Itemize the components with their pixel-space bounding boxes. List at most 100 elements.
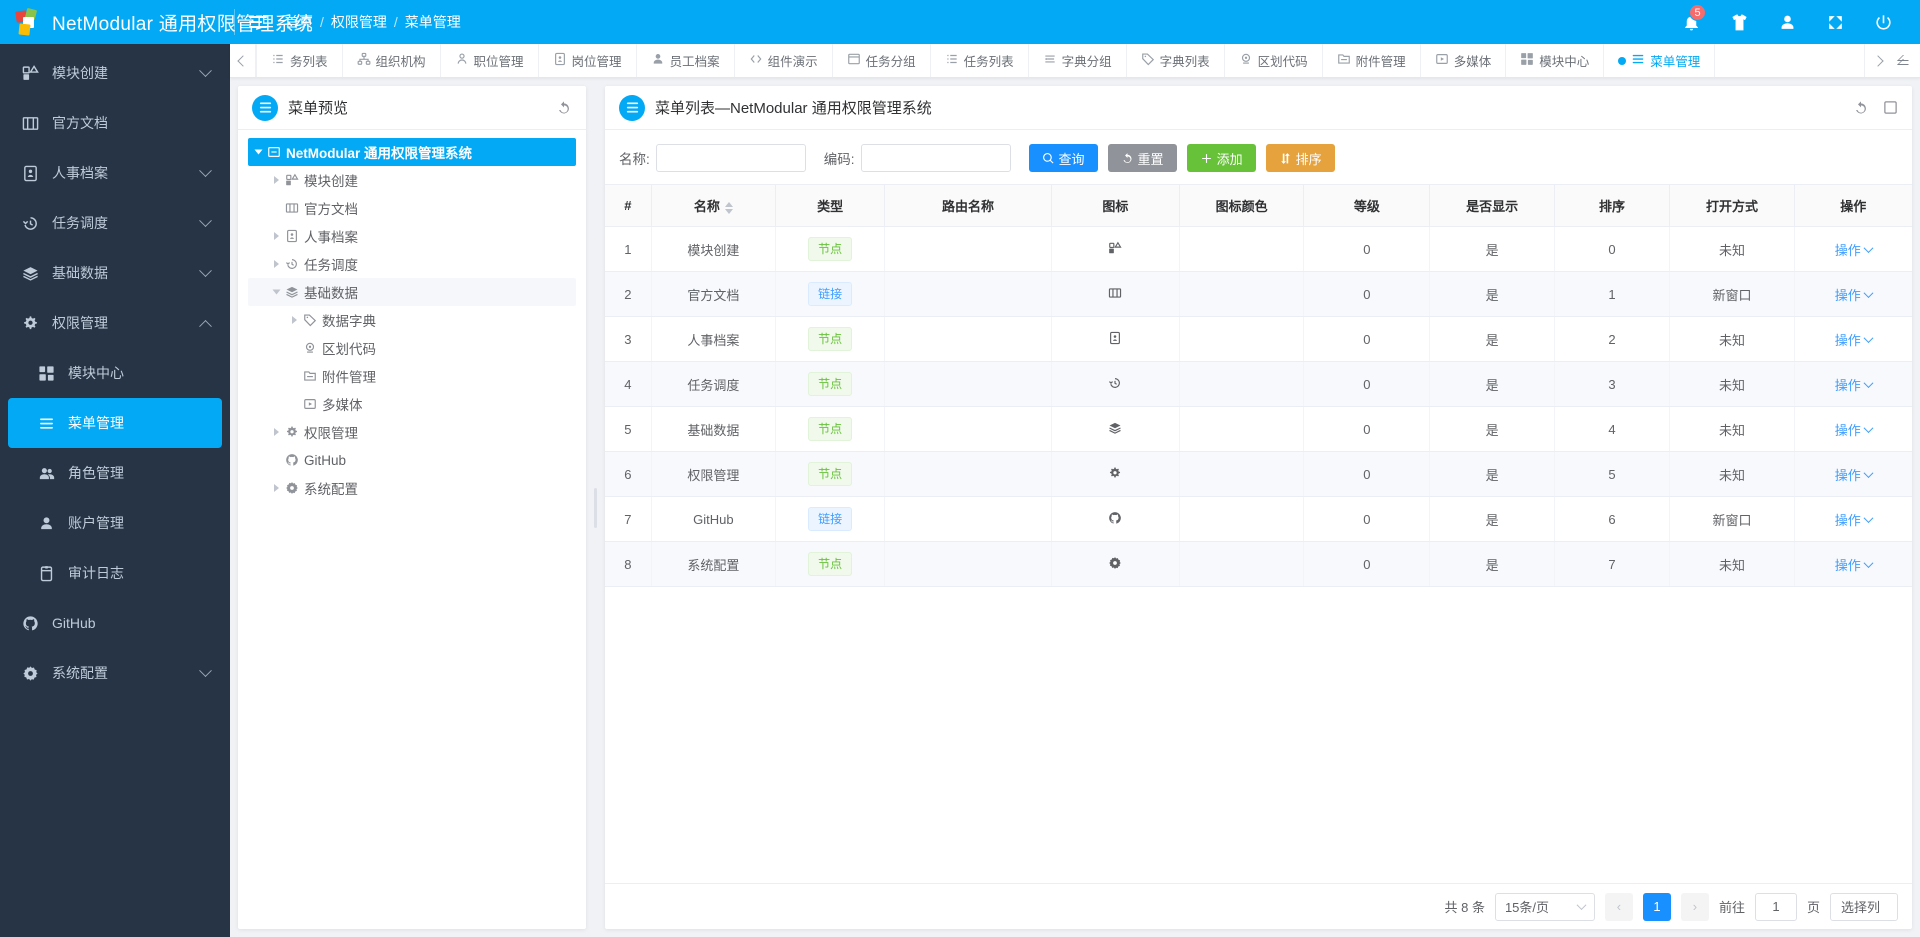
sort-arrows-icon[interactable] (724, 201, 733, 214)
table-row[interactable]: 6 权限管理 节点 0 是 5 未知 操作 (605, 451, 1912, 497)
tree-node[interactable]: 系统配置 (248, 474, 576, 502)
tab-item[interactable]: 职位管理 (441, 44, 539, 77)
tree-node[interactable]: GitHub (248, 446, 576, 474)
tree-node[interactable]: 人事档案 (248, 222, 576, 250)
cell-sort: 6 (1554, 496, 1671, 542)
caret-right-icon[interactable] (292, 316, 297, 324)
row-action-dropdown[interactable]: 操作 (1835, 240, 1874, 259)
row-action-dropdown[interactable]: 操作 (1835, 375, 1874, 394)
goto-page-input[interactable] (1754, 892, 1797, 921)
name-input[interactable] (655, 144, 806, 172)
row-action-dropdown[interactable]: 操作 (1835, 330, 1874, 349)
search-button[interactable]: 查询 (1028, 144, 1098, 172)
tab-item[interactable]: 组件演示 (735, 44, 833, 77)
sidebar-item-task-schedule[interactable]: 任务调度 (0, 198, 230, 248)
tab-item[interactable]: 任务列表 (931, 44, 1029, 77)
tab-item[interactable]: 附件管理 (1323, 44, 1421, 77)
breadcrumb: 首页 / 权限管理 / 菜单管理 (285, 12, 461, 32)
tree-node[interactable]: 模块创建 (248, 166, 576, 194)
sidebar-item-official-docs[interactable]: 官方文档 (0, 98, 230, 148)
bell-icon[interactable]: 5 (1680, 4, 1706, 33)
table-row[interactable]: 3 人事档案 节点 0 是 2 未知 操作 (605, 316, 1912, 362)
tab-item[interactable]: 任务分组 (833, 44, 931, 77)
next-page-button[interactable]: › (1680, 892, 1709, 921)
sidebar-item-system-config[interactable]: 系统配置 (0, 648, 230, 698)
reset-button[interactable]: 重置 (1107, 144, 1177, 172)
breadcrumb-item-permission[interactable]: 权限管理 (331, 12, 387, 32)
table-row[interactable]: 1 模块创建 节点 0 是 0 未知 操作 (605, 226, 1912, 272)
tab-item[interactable]: 多媒体 (1421, 44, 1507, 77)
tree-node[interactable]: 权限管理 (248, 418, 576, 446)
sidebar-item-module-create[interactable]: 模块创建 (0, 48, 230, 98)
table-row[interactable]: 5 基础数据 节点 0 是 4 未知 操作 (605, 406, 1912, 452)
page-size-select[interactable]: 15条/页 (1494, 892, 1595, 921)
cell-type: 节点 (775, 406, 886, 452)
sidebar-item-account-management[interactable]: 账户管理 (0, 498, 230, 548)
tab-active-item[interactable]: 菜单管理 (1604, 44, 1716, 77)
sidebar-item-hr-archive[interactable]: 人事档案 (0, 148, 230, 198)
fullscreen-icon[interactable] (1824, 11, 1846, 33)
sidebar-item-github[interactable]: GitHub (0, 598, 230, 648)
tree-node[interactable]: 附件管理 (248, 362, 576, 390)
tabs-more-button[interactable] (1890, 44, 1920, 77)
code-input[interactable] (860, 144, 1011, 172)
tab-item[interactable]: 字典列表 (1127, 44, 1225, 77)
user-icon[interactable] (1776, 11, 1798, 33)
brand[interactable]: NetModular 通用权限管理系统 (0, 7, 313, 36)
shirt-icon[interactable] (1728, 11, 1750, 33)
sidebar-item-permission[interactable]: 权限管理 (0, 298, 230, 348)
sidebar-item-basic-data[interactable]: 基础数据 (0, 248, 230, 298)
power-icon[interactable] (1872, 11, 1894, 33)
maximize-icon[interactable] (1883, 100, 1898, 115)
tree-node[interactable]: 数据字典 (248, 306, 576, 334)
sidebar-item-audit-log[interactable]: 审计日志 (0, 548, 230, 598)
caret-right-icon[interactable] (274, 428, 279, 436)
row-action-dropdown[interactable]: 操作 (1835, 510, 1874, 529)
caret-right-icon[interactable] (274, 176, 279, 184)
caret-right-icon[interactable] (274, 484, 279, 492)
row-action-dropdown[interactable]: 操作 (1835, 420, 1874, 439)
caret-down-icon[interactable] (254, 149, 263, 155)
sort-button[interactable]: 排序 (1265, 144, 1335, 172)
table-row[interactable]: 8 系统配置 节点 0 是 7 未知 操作 (605, 541, 1912, 587)
sidebar-item-role-management[interactable]: 角色管理 (0, 448, 230, 498)
breadcrumb-item-menu[interactable]: 菜单管理 (405, 12, 461, 32)
caret-right-icon[interactable] (274, 232, 279, 240)
tabs-scroll-left-button[interactable] (230, 44, 256, 77)
tree-node[interactable]: 官方文档 (248, 194, 576, 222)
tab-item[interactable]: 务列表 (256, 44, 343, 77)
panel-splitter[interactable] (594, 487, 597, 528)
prev-page-button[interactable]: ‹ (1604, 892, 1633, 921)
column-select-dropdown[interactable]: 选择列 (1829, 892, 1898, 921)
tree-node[interactable]: 多媒体 (248, 390, 576, 418)
refresh-icon[interactable] (556, 100, 572, 116)
tab-item[interactable]: 岗位管理 (539, 44, 637, 77)
tree-node[interactable]: 任务调度 (248, 250, 576, 278)
table-header-cell[interactable]: 名称 (651, 184, 776, 227)
cell-open-mode: 未知 (1669, 451, 1795, 497)
sidebar-collapse-icon[interactable] (249, 12, 269, 32)
tree-node[interactable]: NetModular 通用权限管理系统 (248, 138, 576, 166)
tab-item[interactable]: 字典分组 (1029, 44, 1127, 77)
tabs-scroll-right-button[interactable] (1864, 44, 1890, 77)
table-row[interactable]: 4 任务调度 节点 0 是 3 未知 操作 (605, 361, 1912, 407)
row-action-dropdown[interactable]: 操作 (1835, 555, 1874, 574)
table-row[interactable]: 2 官方文档 链接 0 是 1 新窗口 操作 (605, 271, 1912, 317)
sidebar-item-menu-management[interactable]: 菜单管理 (8, 398, 222, 448)
table-row[interactable]: 7 GitHub 链接 0 是 6 新窗口 操作 (605, 496, 1912, 542)
add-button[interactable]: 添加 (1186, 144, 1256, 172)
row-action-dropdown[interactable]: 操作 (1835, 285, 1874, 304)
tab-item[interactable]: 模块中心 (1506, 44, 1605, 77)
caret-down-icon[interactable] (272, 289, 281, 295)
tree-node[interactable]: 基础数据 (248, 278, 576, 306)
tab-item[interactable]: 区划代码 (1225, 44, 1323, 77)
breadcrumb-item-home[interactable]: 首页 (285, 12, 313, 32)
refresh-icon[interactable] (1853, 100, 1869, 116)
caret-right-icon[interactable] (274, 260, 279, 268)
sidebar-item-module-center[interactable]: 模块中心 (0, 348, 230, 398)
tab-item[interactable]: 员工档案 (637, 44, 735, 77)
tree-node[interactable]: 区划代码 (248, 334, 576, 362)
row-action-dropdown[interactable]: 操作 (1835, 465, 1874, 484)
page-number-button[interactable]: 1 (1642, 892, 1671, 921)
tab-item[interactable]: 组织机构 (343, 44, 441, 77)
